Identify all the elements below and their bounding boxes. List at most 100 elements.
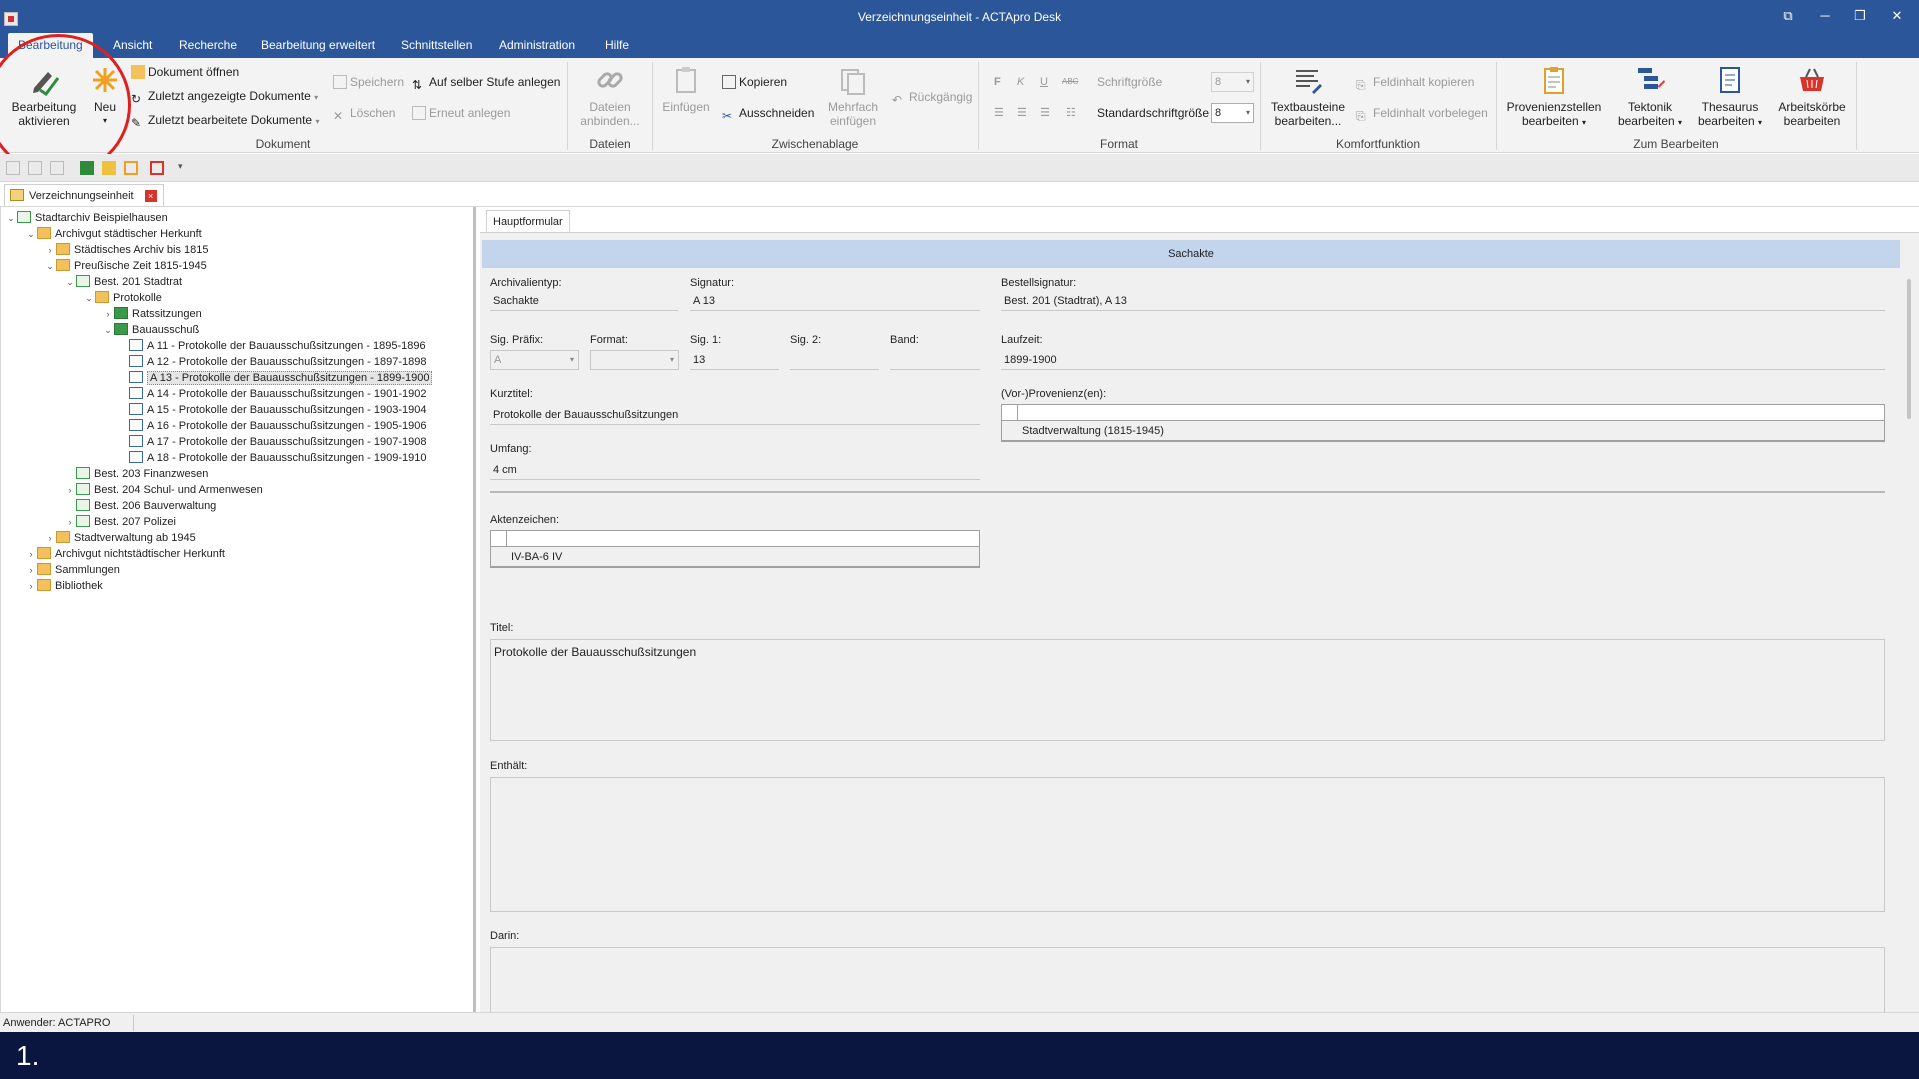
zuletzt-bearbeitet-button[interactable]: ✎ Zuletzt bearbeitete Dokumente ▾ <box>131 111 319 130</box>
provenienzstellen-button[interactable]: Provenienzstellen bearbeiten ▾ <box>1504 64 1604 130</box>
dateien-anbinden-button[interactable]: Dateien anbinden... <box>572 64 648 128</box>
expander-icon[interactable]: › <box>102 306 114 322</box>
expander-icon[interactable]: ⌄ <box>5 210 17 226</box>
auf-selber-stufe-button[interactable]: ⇅ Auf selber Stufe anlegen <box>412 73 560 92</box>
tree-node[interactable]: A 18 - Protokolle der Bauausschußsitzung… <box>129 450 426 466</box>
expander-icon[interactable]: ⌄ <box>83 290 95 306</box>
tree-node[interactable]: A 11 - Protokolle der Bauausschußsitzung… <box>129 338 426 354</box>
tab-verzeichnungseinheit[interactable]: Verzeichnungseinheit × <box>4 184 164 206</box>
zuletzt-angezeigt-button[interactable]: ↻ Zuletzt angezeigte Dokumente ▾ <box>131 87 318 106</box>
band-field[interactable] <box>890 350 980 370</box>
darin-textarea[interactable] <box>490 947 1885 1012</box>
align-right-icon[interactable]: ☰ <box>1040 106 1050 119</box>
qat-save-icon[interactable] <box>50 161 64 175</box>
qat-forward-icon[interactable] <box>28 161 42 175</box>
schriftgroesse-combo[interactable]: 8 ▾ <box>1211 72 1254 92</box>
ausschneiden-button[interactable]: ✂ Ausschneiden <box>722 104 814 123</box>
qat-grid-icon[interactable] <box>102 161 116 175</box>
kopieren-button[interactable]: Kopieren <box>722 73 787 91</box>
arbeitskoerbe-button[interactable]: Arbeitskörbe bearbeiten <box>1772 64 1852 128</box>
tektonik-button[interactable]: Tektonik bearbeiten ▾ <box>1612 64 1688 130</box>
tree-node[interactable]: ⌄ Archivgut städtischer Herkunft <box>25 226 202 242</box>
tab-hilfe[interactable]: Hilfe <box>595 33 639 58</box>
sig1-field[interactable]: 13 <box>690 350 779 370</box>
expander-icon[interactable]: › <box>25 578 37 594</box>
archivalientyp-field[interactable]: Sachakte <box>490 291 678 311</box>
tree-node[interactable]: A 17 - Protokolle der Bauausschußsitzung… <box>129 434 426 450</box>
erneut-anlegen-button[interactable]: Erneut anlegen <box>412 104 510 122</box>
tree-node[interactable]: ⌄ Preußische Zeit 1815-1945 <box>44 258 207 274</box>
rueckgaengig-button[interactable]: ↶ Rückgängig <box>892 88 972 107</box>
tree-node[interactable]: ⌄ Best. 201 Stadtrat <box>64 274 182 290</box>
expander-icon[interactable]: ⌄ <box>25 226 37 242</box>
expander-icon[interactable]: ⌄ <box>44 258 56 274</box>
expander-icon[interactable]: › <box>64 514 76 530</box>
tab-bearbeitung-erweitert[interactable]: Bearbeitung erweitert <box>251 33 385 58</box>
maximize-button[interactable]: ❐ <box>1846 6 1874 26</box>
tab-schnittstellen[interactable]: Schnittstellen <box>391 33 482 58</box>
qat-customize-icon[interactable]: ▾ <box>178 161 192 175</box>
expander-icon[interactable]: › <box>25 546 37 562</box>
underline-button[interactable]: U <box>1040 76 1048 88</box>
tree-node[interactable]: A 14 - Protokolle der Bauausschußsitzung… <box>129 386 426 402</box>
thesaurus-button[interactable]: Thesaurus bearbeiten ▾ <box>1692 64 1768 130</box>
minimize-button[interactable]: ─ <box>1811 6 1839 26</box>
qat-expand-icon[interactable] <box>124 161 138 175</box>
tree-node[interactable]: › Stadtverwaltung ab 1945 <box>44 530 196 546</box>
expander-icon[interactable]: ⌄ <box>64 274 76 290</box>
tree-node[interactable]: › Bibliothek <box>25 578 103 594</box>
tab-recherche[interactable]: Recherche <box>169 33 247 58</box>
tree-node[interactable]: ⌄ Bauausschuß <box>102 322 199 338</box>
qat-back-icon[interactable] <box>6 161 20 175</box>
speichern-button[interactable]: Speichern <box>333 73 404 91</box>
kurztitel-field[interactable]: Protokolle der Bauausschußsitzungen <box>490 405 980 425</box>
restore-ribbon-icon[interactable]: ⧉ <box>1774 6 1802 26</box>
tree-node[interactable]: › Ratssitzungen <box>102 306 202 322</box>
format-select[interactable]: ▾ <box>590 350 679 370</box>
strikethrough-button[interactable]: ABC <box>1062 77 1078 86</box>
feldinhalt-vorbelegen-button[interactable]: ⎘ Feldinhalt vorbelegen <box>1356 104 1488 123</box>
close-button[interactable]: ✕ <box>1883 6 1911 26</box>
tree-node-selected[interactable]: A 13 - Protokolle der Bauausschußsitzung… <box>129 370 433 386</box>
tree-node[interactable]: ⌄ Protokolle <box>83 290 162 306</box>
align-center-icon[interactable]: ☰ <box>1017 106 1027 119</box>
vertical-scrollbar[interactable] <box>1907 279 1911 419</box>
expander-icon[interactable]: › <box>44 530 56 546</box>
mehrfach-einfuegen-button[interactable]: Mehrfach einfügen <box>818 64 888 128</box>
tree-node[interactable]: › Best. 204 Schul- und Armenwesen <box>64 482 263 498</box>
signatur-field[interactable]: A 13 <box>690 291 980 311</box>
tab-hauptformular[interactable]: Hauptformular <box>486 210 570 232</box>
tab-administration[interactable]: Administration <box>489 33 585 58</box>
tree-node[interactable]: › Städtisches Archiv bis 1815 <box>44 242 209 258</box>
tree-node[interactable]: Best. 206 Bauverwaltung <box>64 498 216 514</box>
italic-button[interactable]: K <box>1017 76 1024 88</box>
einfuegen-button[interactable]: Einfügen <box>656 64 716 114</box>
expander-icon[interactable]: ⌄ <box>102 322 114 338</box>
expander-icon[interactable]: › <box>64 482 76 498</box>
close-tab-icon[interactable]: × <box>144 190 157 202</box>
enthaelt-textarea[interactable] <box>490 777 1885 912</box>
tree-node[interactable]: ⌄ Stadtarchiv Beispielhausen <box>5 210 168 226</box>
loeschen-button[interactable]: ✕ Löschen <box>333 104 395 123</box>
tab-ansicht[interactable]: Ansicht <box>103 33 162 58</box>
umfang-field[interactable]: 4 cm <box>490 460 980 480</box>
bold-button[interactable]: F <box>994 76 1001 88</box>
dokument-oeffnen-button[interactable]: Dokument öffnen <box>131 63 239 81</box>
tree-node[interactable]: › Sammlungen <box>25 562 120 578</box>
expander-icon[interactable]: › <box>25 562 37 578</box>
provenienz-row[interactable]: Stadtverwaltung (1815-1945) <box>1002 421 1884 441</box>
tree-node[interactable]: › Archivgut nichtstädtischer Herkunft <box>25 546 225 562</box>
align-left-icon[interactable]: ☰ <box>994 106 1004 119</box>
qat-export-icon[interactable] <box>80 161 94 175</box>
aktenzeichen-row[interactable]: IV-BA-6 IV <box>491 547 979 567</box>
standardschriftgroesse-combo[interactable]: 8 ▾ <box>1211 103 1254 123</box>
laufzeit-field[interactable]: 1899-1900 <box>1001 350 1885 370</box>
tree-node[interactable]: A 12 - Protokolle der Bauausschußsitzung… <box>129 354 426 370</box>
qat-collapse-icon[interactable] <box>150 161 164 175</box>
tree-node[interactable]: › Best. 207 Polizei <box>64 514 176 530</box>
list-icon[interactable]: ☷ <box>1066 106 1076 119</box>
tree-node[interactable]: A 16 - Protokolle der Bauausschußsitzung… <box>129 418 426 434</box>
titel-textarea[interactable]: Protokolle der Bauausschußsitzungen <box>490 639 1885 741</box>
sig-praefix-select[interactable]: A ▾ <box>490 350 579 370</box>
textbausteine-button[interactable]: Textbausteine bearbeiten... <box>1266 64 1350 128</box>
